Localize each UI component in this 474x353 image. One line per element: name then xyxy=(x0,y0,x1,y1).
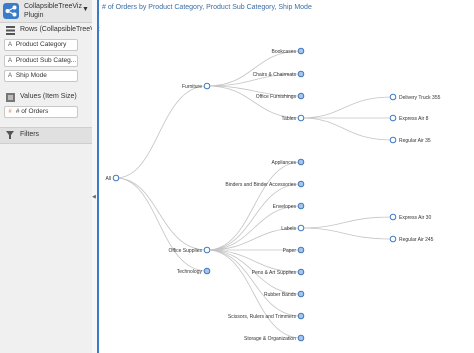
tree-node-technology[interactable] xyxy=(203,267,211,275)
link-all-office xyxy=(115,177,208,251)
tree-node-chairs[interactable] xyxy=(297,70,305,78)
tree-node-labels-regular-air[interactable] xyxy=(389,235,397,243)
tree-node-paper[interactable] xyxy=(297,246,305,254)
values-label: Values (Item Size) xyxy=(20,93,77,100)
tree-label-labels-express-air: Express Air 30 xyxy=(399,215,431,221)
tree-node-binders[interactable] xyxy=(297,180,305,188)
tree-label-labels-regular-air: Regular Air 245 xyxy=(399,237,434,243)
tree-label-tables-express-air: Express Air 8 xyxy=(399,116,429,122)
tree-label-envelopes: Envelopes xyxy=(273,204,297,210)
link-tables-delivery xyxy=(300,96,394,119)
tree-node-labels-express-air[interactable] xyxy=(389,213,397,221)
tree-label-chairs: Chairs & Chairmats xyxy=(253,72,297,78)
row-field-product-category[interactable]: A Product Category xyxy=(4,39,78,51)
tree-label-office-furnishings: Office Furnishings xyxy=(256,94,297,100)
values-icon xyxy=(6,93,15,102)
row-field-label: Product Category xyxy=(15,41,67,48)
link-tables-regular xyxy=(300,117,394,141)
sidebar: CollapsibleTreeViz Plugin ▼ Rows (Collap… xyxy=(0,0,100,353)
tree-node-tables[interactable] xyxy=(297,114,305,122)
tree-node-labels[interactable] xyxy=(297,224,305,232)
tree-links xyxy=(115,50,394,339)
tree-node-scissors[interactable] xyxy=(297,312,305,320)
dimension-tag: A xyxy=(7,73,12,79)
tree-label-bookcases: Bookcases xyxy=(272,49,297,55)
row-field-label: Product Sub Categ... xyxy=(15,57,77,64)
tree-label-tables-regular-air: Regular Air 35 xyxy=(399,138,431,144)
link-labels-express xyxy=(300,216,394,229)
link-office-scissors xyxy=(206,249,302,317)
tree-label-binders: Binders and Binder Accessories xyxy=(225,182,296,188)
tree-label-scissors: Scissors, Rulers and Trimmers xyxy=(228,314,297,320)
tree-node-office-furnishings[interactable] xyxy=(297,92,305,100)
row-field-label: Ship Mode xyxy=(15,72,47,79)
filters-label: Filters xyxy=(20,131,40,138)
plugin-name-line2: Plugin xyxy=(24,12,44,19)
tree-label-appliances: Appliances xyxy=(272,160,297,166)
value-field-orders[interactable]: # # of Orders xyxy=(4,106,78,118)
tree-label-tables: Tables xyxy=(282,116,297,122)
tree-label-rubber-bands: Rubber Bands xyxy=(264,292,296,298)
tree-label-storage: Storage & Organization xyxy=(244,336,296,342)
tree-node-tables-express-air[interactable] xyxy=(389,114,397,122)
rows-section-header: Rows (CollapsibleTreeViz xyxy=(0,24,100,37)
tree-node-envelopes[interactable] xyxy=(297,202,305,210)
grid-icon xyxy=(6,26,15,35)
link-office-binders xyxy=(206,183,302,251)
tree-label-furniture: Furniture xyxy=(182,84,202,90)
tree-node-office-supplies[interactable] xyxy=(203,246,211,254)
row-field-ship-mode[interactable]: A Ship Mode xyxy=(4,70,78,82)
tree-node-tables-delivery-truck[interactable] xyxy=(389,93,397,101)
tree-label-labels: Labels xyxy=(281,226,296,232)
filter-icon xyxy=(6,131,14,139)
tree-node-storage[interactable] xyxy=(297,334,305,342)
tree-node-bookcases[interactable] xyxy=(297,47,305,55)
tree-node-rubber-bands[interactable] xyxy=(297,290,305,298)
filters-section[interactable]: Filters xyxy=(0,127,92,144)
tree-node-appliances[interactable] xyxy=(297,158,305,166)
tree-label-office-supplies: Office Supplies xyxy=(168,248,202,254)
tree-node-pens[interactable] xyxy=(297,268,305,276)
value-field-label: # of Orders xyxy=(15,108,49,115)
tree-logo-icon xyxy=(3,3,19,19)
collapsible-tree: All Furniture Office Supplies Technology… xyxy=(105,47,441,342)
tree-label-technology: Technology xyxy=(177,269,203,275)
link-labels-regular xyxy=(300,227,394,240)
tree-node-tables-regular-air[interactable] xyxy=(389,136,397,144)
tree-label-all: All xyxy=(105,176,111,182)
plugin-name: CollapsibleTreeViz Plugin xyxy=(24,2,82,20)
row-field-product-sub-category[interactable]: A Product Sub Categ... xyxy=(4,55,78,67)
plugin-selector[interactable]: CollapsibleTreeViz Plugin ▼ xyxy=(0,0,92,23)
link-all-technology xyxy=(115,177,208,272)
link-furniture-bookcases xyxy=(206,50,302,87)
plugin-name-line1: CollapsibleTreeViz xyxy=(24,3,82,10)
collapse-arrow-icon[interactable]: ◀ xyxy=(92,194,96,200)
tree-node-furniture[interactable] xyxy=(203,82,211,90)
measure-tag: # xyxy=(8,109,12,115)
tree-label-paper: Paper xyxy=(283,248,297,254)
visualization-area: # of Orders by Product Category, Product… xyxy=(97,0,474,353)
dimension-tag: A xyxy=(7,58,12,64)
tree-label-tables-delivery-truck: Delivery Truck 355 xyxy=(399,95,441,101)
link-all-furniture xyxy=(115,85,208,179)
dropdown-caret-icon[interactable]: ▼ xyxy=(82,6,89,13)
values-section-header: Values (Item Size) xyxy=(0,91,92,104)
dimension-tag: A xyxy=(7,42,12,48)
rows-label: Rows (CollapsibleTreeViz xyxy=(20,26,100,33)
tree-label-pens: Pens & Art Supplies xyxy=(252,270,297,276)
tree-node-all[interactable] xyxy=(112,174,120,182)
